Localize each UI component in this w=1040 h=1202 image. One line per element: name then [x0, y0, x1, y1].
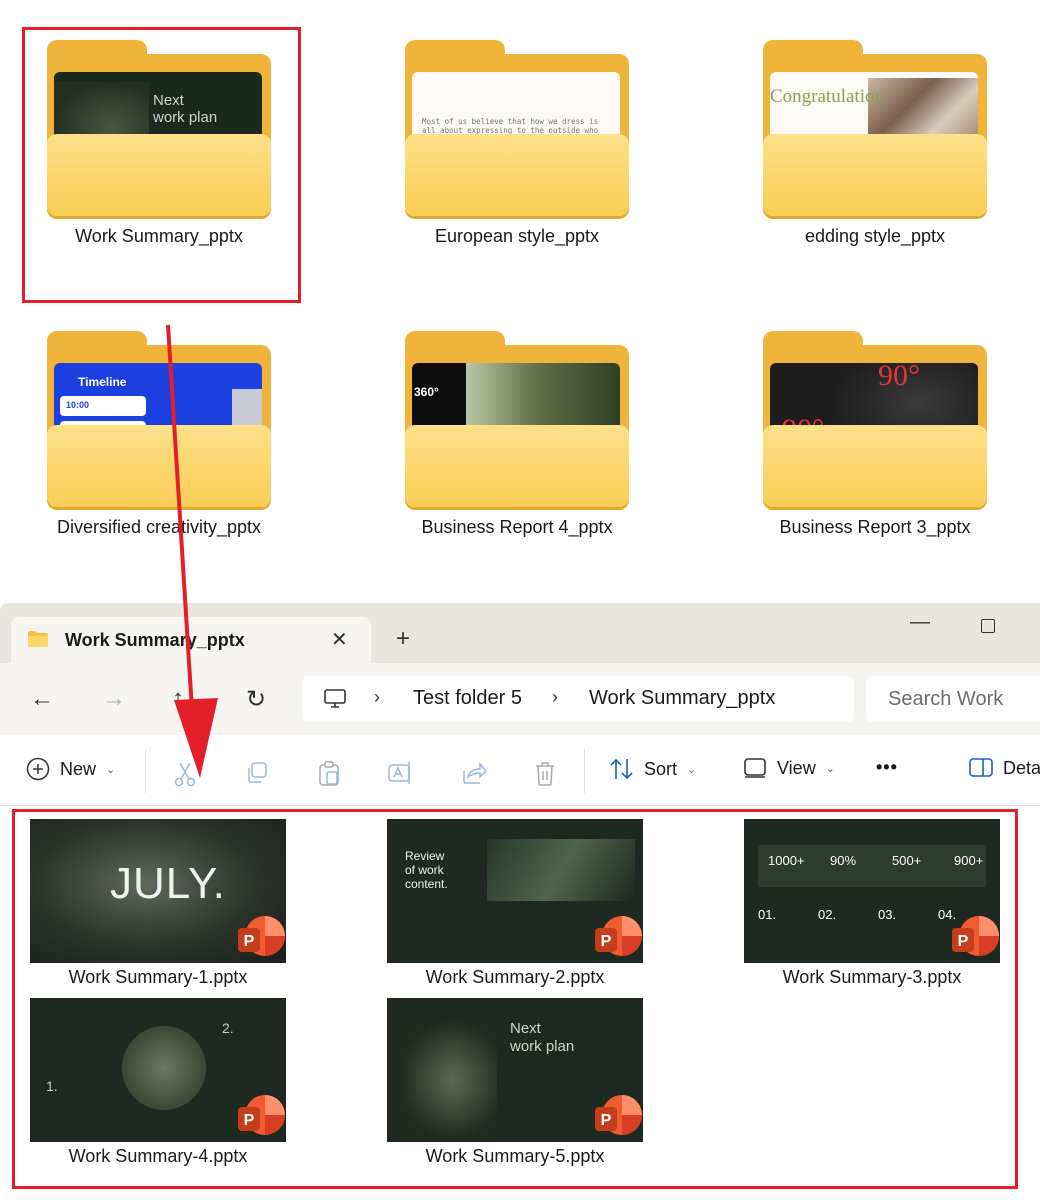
- share-icon[interactable]: [461, 761, 487, 785]
- sort-icon: [610, 758, 633, 780]
- view-label: View: [777, 757, 816, 778]
- view-button[interactable]: View ⌄: [743, 757, 835, 779]
- refresh-icon[interactable]: ↻: [246, 685, 266, 714]
- folder-label: Diversified creativity_pptx: [56, 517, 262, 537]
- preview-title: Timeline: [78, 375, 127, 389]
- new-tab-button[interactable]: +: [396, 625, 410, 653]
- folder-icon: 90° 90°: [763, 331, 987, 507]
- details-pane-button[interactable]: Details: [969, 757, 1040, 779]
- address-bar[interactable]: › Test folder 5 › Work Summary_pptx: [302, 676, 854, 722]
- folder-item[interactable]: Most of us believe that how we dress is …: [358, 0, 658, 280]
- cut-icon[interactable]: [173, 761, 197, 787]
- folder-label: Business Report 4_pptx: [421, 517, 613, 537]
- breadcrumb-test-folder[interactable]: Test folder 5: [413, 687, 522, 710]
- more-icon: •••: [876, 757, 898, 777]
- folder-item[interactable]: 90° 90° Business Report 3_pptx: [716, 291, 1016, 571]
- maximize-button[interactable]: [981, 619, 995, 633]
- tab-work-summary[interactable]: Work Summary_pptx ✕: [11, 617, 371, 665]
- preview-title: 90°: [878, 363, 920, 392]
- close-tab-icon[interactable]: ✕: [331, 627, 348, 652]
- breadcrumb-chevron-icon[interactable]: ›: [374, 687, 380, 708]
- folder-icon: Most of us believe that how we dress is …: [405, 40, 629, 216]
- folder-icon: Timeline 10:00 11:00: [47, 331, 271, 507]
- title-bar: Work Summary_pptx ✕ + —: [0, 603, 1040, 665]
- search-box[interactable]: Search Work: [866, 676, 1040, 722]
- folder-icon: 360°: [405, 331, 629, 507]
- selection-highlight-files: [12, 809, 1018, 1189]
- this-pc-icon[interactable]: [324, 689, 346, 709]
- view-icon: [744, 758, 766, 778]
- paste-icon[interactable]: [317, 761, 341, 787]
- selection-highlight-folder: [22, 27, 301, 303]
- new-button[interactable]: New ⌄: [26, 757, 115, 781]
- folder-label: edding style_pptx: [804, 226, 946, 246]
- breadcrumb-work-summary[interactable]: Work Summary_pptx: [589, 687, 775, 710]
- folder-item[interactable]: Timeline 10:00 11:00 Diversified creativ…: [0, 291, 300, 571]
- folder-icon: Congratulation: [763, 40, 987, 216]
- breadcrumb-chevron-icon[interactable]: ›: [552, 687, 558, 708]
- minimize-button[interactable]: —: [910, 611, 930, 634]
- forward-arrow-icon[interactable]: →: [102, 685, 126, 713]
- more-options-button[interactable]: •••: [876, 757, 898, 778]
- folder-label: Business Report 3_pptx: [779, 517, 971, 537]
- plus-circle-icon: [26, 757, 50, 781]
- preview-title: Congratulation: [770, 86, 884, 107]
- tab-title: Work Summary_pptx: [65, 630, 245, 650]
- new-label: New: [60, 758, 97, 779]
- details-pane-icon: [969, 758, 993, 777]
- folder-item[interactable]: 360° Business Report 4_pptx: [358, 291, 658, 571]
- folder-label: European style_pptx: [434, 226, 600, 246]
- details-label: Details: [1003, 757, 1040, 778]
- folder-item[interactable]: Congratulation edding style_pptx: [716, 0, 1016, 280]
- rename-icon[interactable]: [388, 761, 414, 785]
- sort-button[interactable]: Sort ⌄: [610, 757, 696, 781]
- sort-label: Sort: [644, 758, 678, 779]
- copy-icon[interactable]: [245, 761, 269, 785]
- preview-title: 360°: [414, 385, 439, 399]
- command-bar: New⌄ Sort⌄ View⌄ ••• Details: [0, 735, 1040, 806]
- folder-icon: [28, 631, 48, 647]
- search-input[interactable]: Search Work: [888, 688, 1003, 711]
- up-arrow-icon[interactable]: ↑: [172, 685, 184, 713]
- navigation-bar: ← → ↑ ↻ › Test folder 5 › Work Summary_p…: [0, 663, 1040, 735]
- back-arrow-icon[interactable]: ←: [30, 685, 54, 713]
- preview-time: 10:00: [66, 400, 90, 410]
- delete-icon[interactable]: [534, 761, 556, 787]
